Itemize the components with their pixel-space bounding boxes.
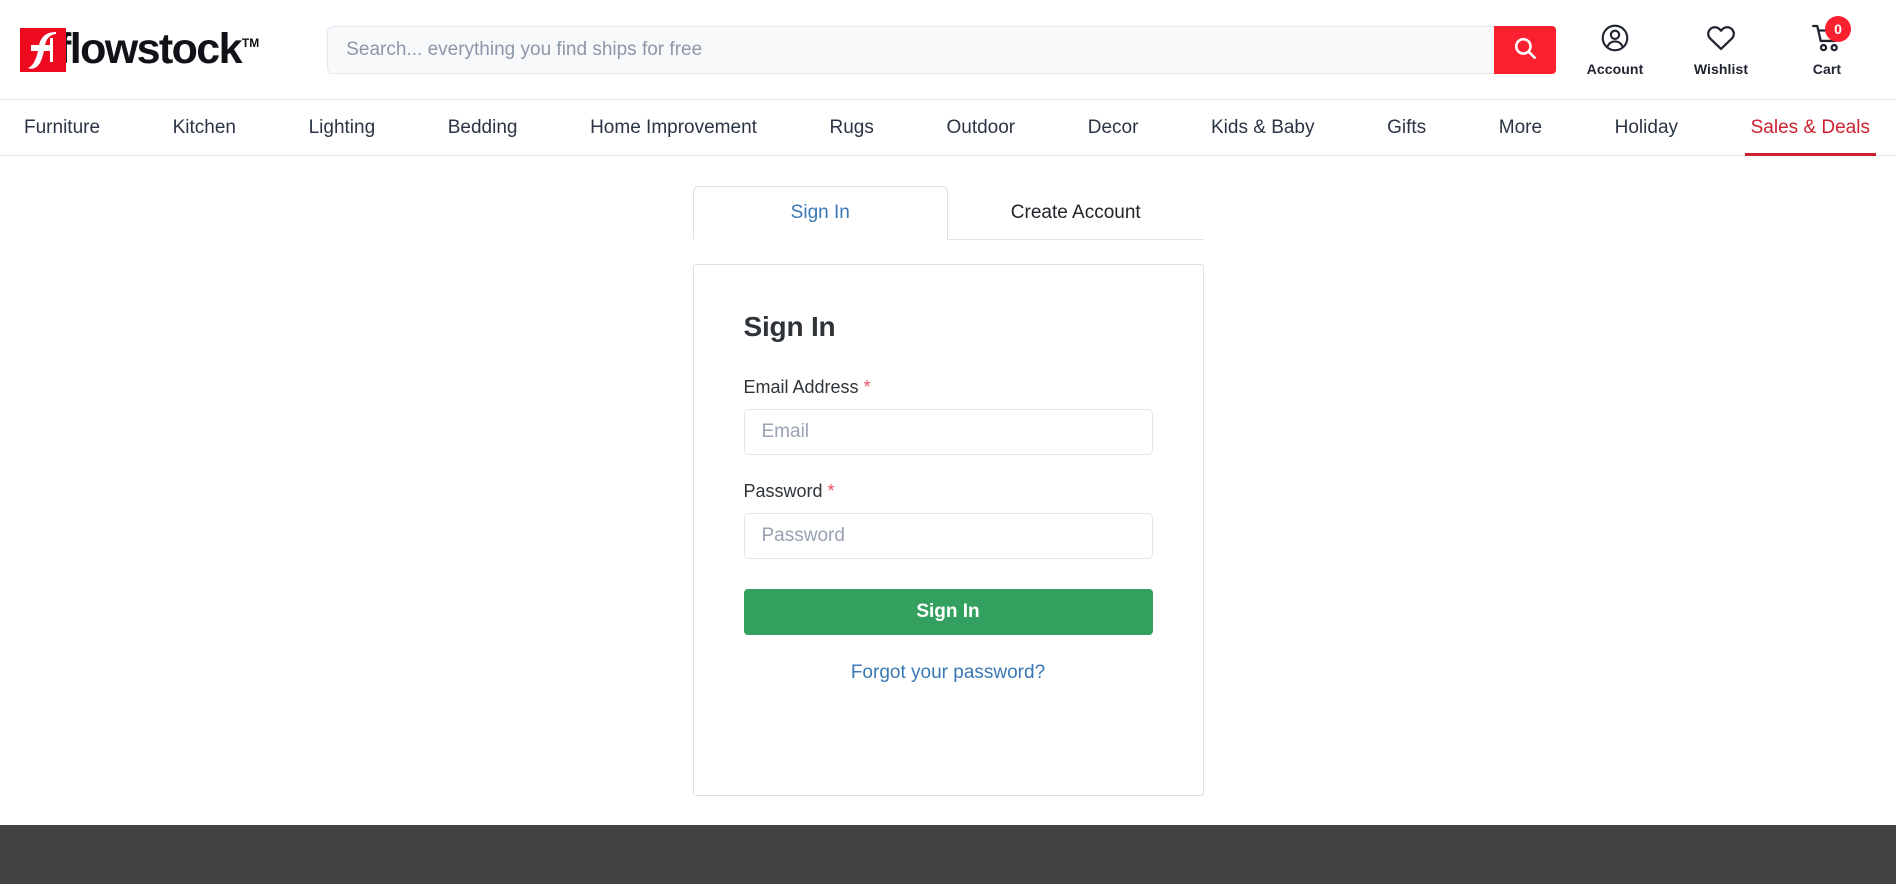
search-button[interactable] [1494, 25, 1556, 74]
password-required-marker: * [827, 481, 835, 501]
nav-item-kitchen[interactable]: Kitchen [167, 100, 242, 155]
password-label: Password * [744, 481, 1153, 502]
sign-in-button[interactable]: Sign In [743, 589, 1153, 635]
sign-in-card: Sign In Email Address * Password * Sign … [692, 264, 1204, 796]
email-field-group: Email Address * [743, 377, 1153, 455]
nav-item-lighting[interactable]: Lighting [303, 100, 382, 155]
nav-item-rugs[interactable]: Rugs [824, 100, 880, 155]
category-nav: Furniture Kitchen Lighting Bedding Home … [0, 100, 1896, 156]
nav-item-outdoor[interactable]: Outdoor [940, 100, 1021, 155]
site-header: flowstock TM Account [0, 0, 1896, 100]
cart-count-badge: 0 [1825, 16, 1851, 42]
email-label: Email Address * [744, 377, 1153, 398]
nav-item-furniture[interactable]: Furniture [18, 100, 106, 155]
site-footer [0, 825, 1896, 884]
search-input[interactable] [327, 25, 1494, 74]
nav-item-bedding[interactable]: Bedding [442, 100, 524, 155]
nav-item-holiday[interactable]: Holiday [1609, 100, 1684, 155]
nav-item-decor[interactable]: Decor [1082, 100, 1145, 155]
email-required-marker: * [863, 377, 871, 397]
nav-item-gifts[interactable]: Gifts [1381, 100, 1432, 155]
heart-icon [1705, 22, 1737, 59]
header-actions: Account Wishlist 0 Cart [1584, 16, 1858, 77]
account-label: Account [1586, 61, 1644, 77]
password-input[interactable] [743, 513, 1153, 559]
forgot-password-link[interactable]: Forgot your password? [851, 662, 1045, 683]
search-bar [327, 25, 1556, 74]
nav-item-sales-and-deals[interactable]: Sales & Deals [1744, 100, 1877, 156]
cart-label: Cart [1812, 61, 1842, 77]
logo-wordmark: flowstock [57, 25, 243, 73]
search-icon [1512, 35, 1538, 64]
password-label-text: Password [743, 481, 823, 501]
email-label-text: Email Address [743, 377, 859, 397]
flowstock-f-logomark-icon [20, 27, 66, 72]
auth-tabs: Sign In Create Account [692, 186, 1204, 240]
tab-sign-in[interactable]: Sign In [692, 186, 948, 240]
auth-panel: Sign In Create Account Sign In Email Add… [692, 186, 1204, 825]
cart-button[interactable]: 0 Cart [1796, 16, 1858, 77]
main-content: Sign In Create Account Sign In Email Add… [0, 156, 1896, 825]
account-button[interactable]: Account [1584, 22, 1646, 77]
account-icon [1599, 22, 1631, 59]
wishlist-label: Wishlist [1693, 61, 1749, 77]
forgot-password-row: Forgot your password? [744, 662, 1153, 684]
wishlist-button[interactable]: Wishlist [1690, 22, 1752, 77]
site-logo[interactable]: flowstock TM [20, 25, 260, 73]
card-title: Sign In [743, 311, 836, 342]
tab-create-account[interactable]: Create Account [948, 186, 1204, 239]
logo-trademark: TM [241, 35, 260, 50]
email-input[interactable] [743, 409, 1153, 455]
nav-item-kids-and-baby[interactable]: Kids & Baby [1205, 100, 1321, 155]
nav-item-more[interactable]: More [1493, 100, 1548, 155]
nav-item-home-improvement[interactable]: Home Improvement [584, 100, 763, 155]
password-field-group: Password * [743, 481, 1153, 559]
